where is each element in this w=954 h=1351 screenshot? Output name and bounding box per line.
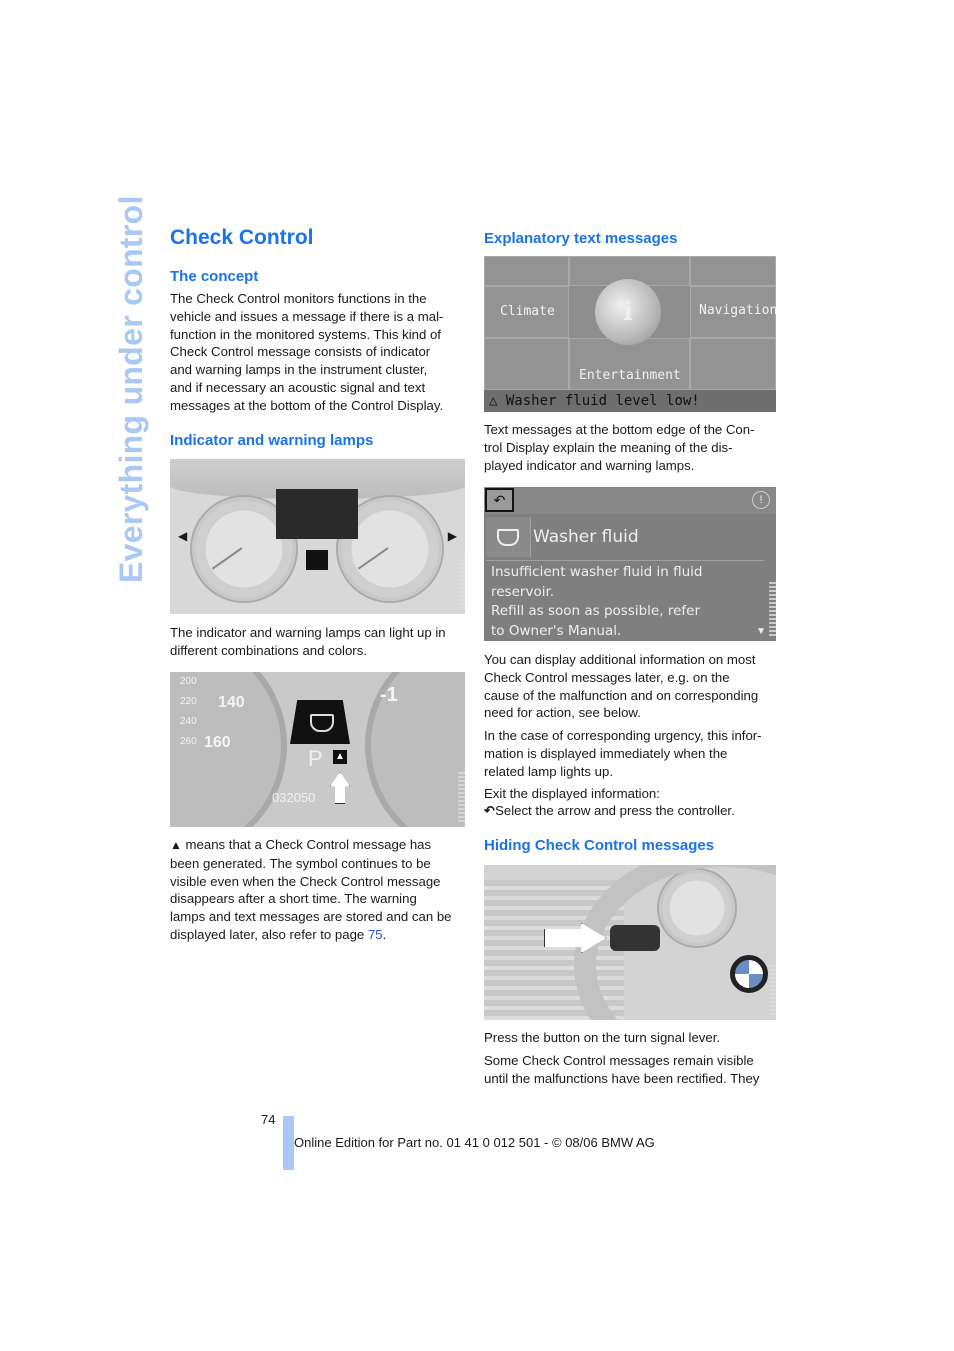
speed-major-tick: 140 [218,694,245,711]
exit-label: Exit the displayed information: [484,786,660,801]
footer-edition: Online Edition for Part no. 01 41 0 012 … [294,1135,655,1150]
detail-line: reservoir. [491,583,555,600]
press-button-paragraph: Press the button on the turn signal leve… [484,1030,721,1045]
pointer-arrow-icon [330,772,350,804]
indicator-panel [276,489,358,539]
gear-indicator: P [308,746,323,771]
concept-paragraph: The Check Control monitors functions in … [170,291,444,413]
turn-right-arrow-icon: ▶ [447,529,457,543]
gauge-value: -1 [380,684,398,706]
speed-tick: 260 [180,736,197,747]
footer-accent-bar [283,1116,294,1170]
speed-tick: 240 [180,716,197,727]
airbag-warning-lamp [306,550,328,570]
scroll-down-icon[interactable]: ▼ [756,626,766,637]
symbol-text: means that a Check Control message has b… [170,837,452,942]
page-number: 74 [261,1112,276,1127]
section-side-title: Everything under control [113,195,149,583]
heading-the-concept: The concept [170,268,259,285]
urgency-paragraph: In the case of corresponding urgency, th… [484,728,762,779]
odometer-readout: 032050 [272,790,316,805]
steering-wheel-turn-signal-image [484,865,776,1020]
heading-indicator-lamps: Indicator and warning lamps [170,432,374,449]
turn-left-arrow-icon: ◀ [178,529,188,543]
check-control-symbol-icon: ▲ [333,750,347,764]
washer-fluid-icon [486,517,531,557]
detail-body: Insufficient washer fluid in fluid reser… [491,563,703,641]
instrument-cluster-image: ◀ ▶ [170,459,465,614]
menu-item-navigation[interactable]: Navigation [699,303,776,318]
menu-item-entertainment[interactable]: Entertainment [579,368,681,383]
exit-step-text: Select the arrow and press the controlle… [495,803,735,818]
page-title: Check Control [170,226,314,249]
turn-signal-lever-button[interactable] [610,925,660,951]
check-control-detail-screen: ↶ ! Washer fluid Insufficient washer flu… [484,487,776,641]
detail-title: Washer fluid [533,527,639,547]
period: . [382,926,387,942]
heading-explanatory-messages: Explanatory text messages [484,230,678,247]
lamps-caption: The indicator and warning lamps can ligh… [170,625,446,658]
bmw-logo [730,955,768,993]
speed-tick: 220 [180,696,197,707]
additional-info-paragraph: You can display additional information o… [484,652,759,721]
detail-line: Insufficient washer fluid in fluid [491,564,703,580]
back-arrow-icon: ↶ [484,803,496,818]
speed-major-tick: 160 [204,734,231,751]
exit-step: ↶Select the arrow and press the controll… [484,802,735,820]
info-icon: i [595,279,661,345]
speed-tick: 200 [180,676,197,687]
back-arrow-icon[interactable]: ↶ [485,488,514,512]
warning-triangle-outline-icon: △ [489,393,498,409]
washer-fluid-warning-image: 200 220 240 260 140 160 -1 P ▲ 032050 [170,672,465,827]
menu-item-climate[interactable]: Climate [500,304,555,319]
detail-line: Refill as soon as possible, refer [491,603,700,619]
warning-triangle-icon: ▲ [170,838,182,852]
remain-visible-paragraph: Some Check Control messages remain visib… [484,1053,760,1086]
detail-line: to Owner's Manual. [491,622,622,639]
symbol-paragraph: ▲ means that a Check Control message has… [170,836,452,944]
heading-hiding-messages: Hiding Check Control messages [484,837,715,854]
washer-fluid-lamp-icon [290,700,350,744]
explanatory-paragraph: Text messages at the bottom edge of the … [484,422,755,473]
page-reference-link[interactable]: 75 [368,927,383,942]
status-message: Washer fluid level low! [505,393,700,409]
status-message-bar: △ Washer fluid level low! [484,390,776,412]
control-display-menu-image: i Climate Navigation Entertainment △ Was… [484,256,776,412]
info-icon[interactable]: ! [752,491,770,509]
